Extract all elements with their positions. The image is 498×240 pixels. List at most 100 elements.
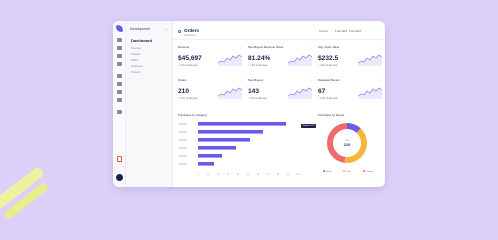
box-icon[interactable] bbox=[117, 74, 122, 78]
category-bar[interactable] bbox=[198, 162, 214, 166]
category-bar[interactable] bbox=[198, 154, 222, 158]
x-tick-label: 40 bbox=[237, 174, 240, 176]
category-bar[interactable] bbox=[198, 122, 286, 126]
category-label: Category bbox=[178, 154, 188, 157]
category-label: Category bbox=[178, 162, 188, 165]
metric-card[interactable]: Repeated Buyers ⋮ 67 + 4.8% vs last year bbox=[318, 78, 385, 106]
legend-swatch bbox=[343, 170, 345, 172]
category-label: Category bbox=[178, 146, 188, 149]
main-content: Orders Dashboard Duration 5 Jan 2023 - 5… bbox=[173, 21, 385, 187]
category-panel: Purchases by Category Category Category Ca… bbox=[178, 113, 306, 176]
metric-value: 143 bbox=[248, 88, 260, 95]
donut-slice-mobile[interactable] bbox=[346, 123, 361, 133]
metric-card[interactable]: Avg. Order Value ⋮ $232.5 + 4.8% vs last ye… bbox=[318, 45, 385, 73]
x-tick-label: 50 bbox=[247, 174, 250, 176]
legend-label: Desktop bbox=[366, 170, 374, 173]
metric-change: + 4.8% vs last year bbox=[318, 98, 338, 100]
settings-icon[interactable] bbox=[117, 90, 122, 94]
sidebar-item-products[interactable]: Products bbox=[131, 71, 140, 74]
sparkline bbox=[218, 87, 242, 99]
grid-icon[interactable] bbox=[117, 38, 122, 42]
page-title: Orders bbox=[184, 28, 200, 33]
category-label: Category bbox=[178, 130, 188, 133]
chart-tooltip: Mobile 12% bbox=[301, 124, 317, 128]
sidebar: Development ⌄ Dashboard Overview Analytic… bbox=[126, 21, 173, 187]
metric-card[interactable]: New Buyers Revenue Share ⋮ 81.24% + 4.8% vs… bbox=[248, 45, 316, 73]
help-icon[interactable] bbox=[117, 98, 122, 102]
sidebar-item-overview[interactable]: Overview bbox=[131, 47, 141, 50]
legend-swatch bbox=[323, 170, 325, 172]
legend-label: Mobile bbox=[326, 171, 333, 173]
metric-value: $232.5 bbox=[318, 55, 339, 62]
dashboard-window: Development ⌄ Dashboard Overview Analytic… bbox=[113, 21, 385, 187]
more-icon[interactable]: ⋮ bbox=[379, 78, 382, 82]
x-tick-label: 10 bbox=[207, 174, 210, 176]
category-bar[interactable] bbox=[198, 146, 236, 150]
panel-title: Purchases by Category bbox=[178, 113, 208, 117]
x-tick-label: 0 bbox=[197, 174, 199, 176]
metric-card[interactable]: New Buyers ⋮ 143 - 4.8% vs last year bbox=[248, 78, 316, 106]
tag-icon[interactable] bbox=[117, 82, 122, 86]
more-icon[interactable]: ⋮ bbox=[379, 45, 382, 49]
metric-change: + 4.8% vs last year bbox=[318, 65, 338, 67]
x-tick-label: 70 bbox=[267, 174, 270, 176]
category-label: Category bbox=[178, 138, 188, 141]
sparkline bbox=[218, 54, 242, 66]
sidebar-item-analytics[interactable]: Analytics bbox=[131, 53, 141, 56]
page-icon bbox=[178, 30, 181, 33]
sidebar-title: Dashboard bbox=[131, 38, 152, 43]
category-bar[interactable] bbox=[198, 130, 263, 134]
donut-center-value: 210 bbox=[344, 142, 351, 147]
metric-value: 81.24% bbox=[248, 55, 271, 62]
gear-icon[interactable] bbox=[117, 110, 122, 114]
header-divider bbox=[173, 39, 385, 40]
more-icon[interactable]: ⋮ bbox=[309, 78, 312, 82]
sparkline bbox=[358, 87, 382, 99]
metric-label: Orders bbox=[178, 78, 187, 82]
metric-label: New Buyers bbox=[248, 78, 264, 82]
x-tick-label: 20 bbox=[217, 174, 220, 176]
category-bar-chart: Category Category Category Category Category… bbox=[178, 122, 301, 176]
range-label: Duration bbox=[319, 30, 329, 33]
device-panel: Purchases by Device Total 210 Mobile Tablet… bbox=[318, 113, 382, 173]
metric-change: + 4.8% vs last year bbox=[178, 98, 198, 100]
metric-change: - 4.8% vs last year bbox=[248, 98, 267, 100]
logo-icon bbox=[116, 25, 123, 32]
legend-label: Tablet bbox=[346, 170, 352, 173]
x-tick-label: 90 bbox=[287, 174, 290, 176]
metric-value: 210 bbox=[178, 88, 190, 95]
workspace-selector[interactable]: Development bbox=[130, 27, 150, 31]
breadcrumb: Dashboard bbox=[184, 34, 196, 37]
x-tick-label: 30 bbox=[227, 174, 230, 176]
metric-label: Revenue bbox=[178, 45, 190, 49]
category-bar[interactable] bbox=[198, 138, 250, 142]
cart-icon[interactable] bbox=[117, 54, 122, 58]
metric-label: New Buyers Revenue Share bbox=[248, 45, 284, 49]
panel-title: Purchases by Device bbox=[318, 113, 345, 117]
avatar[interactable] bbox=[116, 174, 123, 181]
x-tick-label: 100 bbox=[296, 174, 300, 176]
legend-swatch bbox=[363, 170, 365, 172]
sidebar-item-orders[interactable]: Orders bbox=[131, 59, 138, 62]
category-label: Category bbox=[178, 122, 188, 125]
more-icon[interactable]: ⋮ bbox=[309, 45, 312, 49]
device-donut-chart: Total210Mobile Tablet Desktop bbox=[323, 123, 374, 173]
more-icon[interactable]: ⋮ bbox=[239, 78, 242, 82]
alert-icon[interactable] bbox=[117, 156, 122, 162]
metric-label: Avg. Order Value bbox=[318, 45, 340, 49]
chevron-down-icon[interactable]: ⌄ bbox=[165, 27, 168, 31]
metric-value: 67 bbox=[318, 88, 326, 95]
sparkline bbox=[358, 54, 382, 66]
metric-card[interactable]: Orders ⋮ 210 + 4.8% vs last year bbox=[178, 78, 246, 106]
sparkline bbox=[288, 54, 312, 66]
metric-card[interactable]: Revenue ⋮ $45,697 + 4.8% vs last year bbox=[178, 45, 246, 73]
users-icon[interactable] bbox=[117, 62, 122, 66]
more-icon[interactable]: ⋮ bbox=[239, 45, 242, 49]
sidebar-item-customers[interactable]: Customers bbox=[131, 65, 143, 68]
date-range-picker[interactable]: 5 Jan 2023 - 5 Jan 2023 bbox=[335, 30, 361, 33]
x-tick-label: 80 bbox=[277, 174, 280, 176]
metric-change: + 4.8% vs last year bbox=[248, 65, 268, 67]
chart-icon[interactable] bbox=[117, 46, 122, 50]
x-tick-label: 60 bbox=[257, 174, 260, 176]
metric-label: Repeated Buyers bbox=[318, 78, 340, 82]
